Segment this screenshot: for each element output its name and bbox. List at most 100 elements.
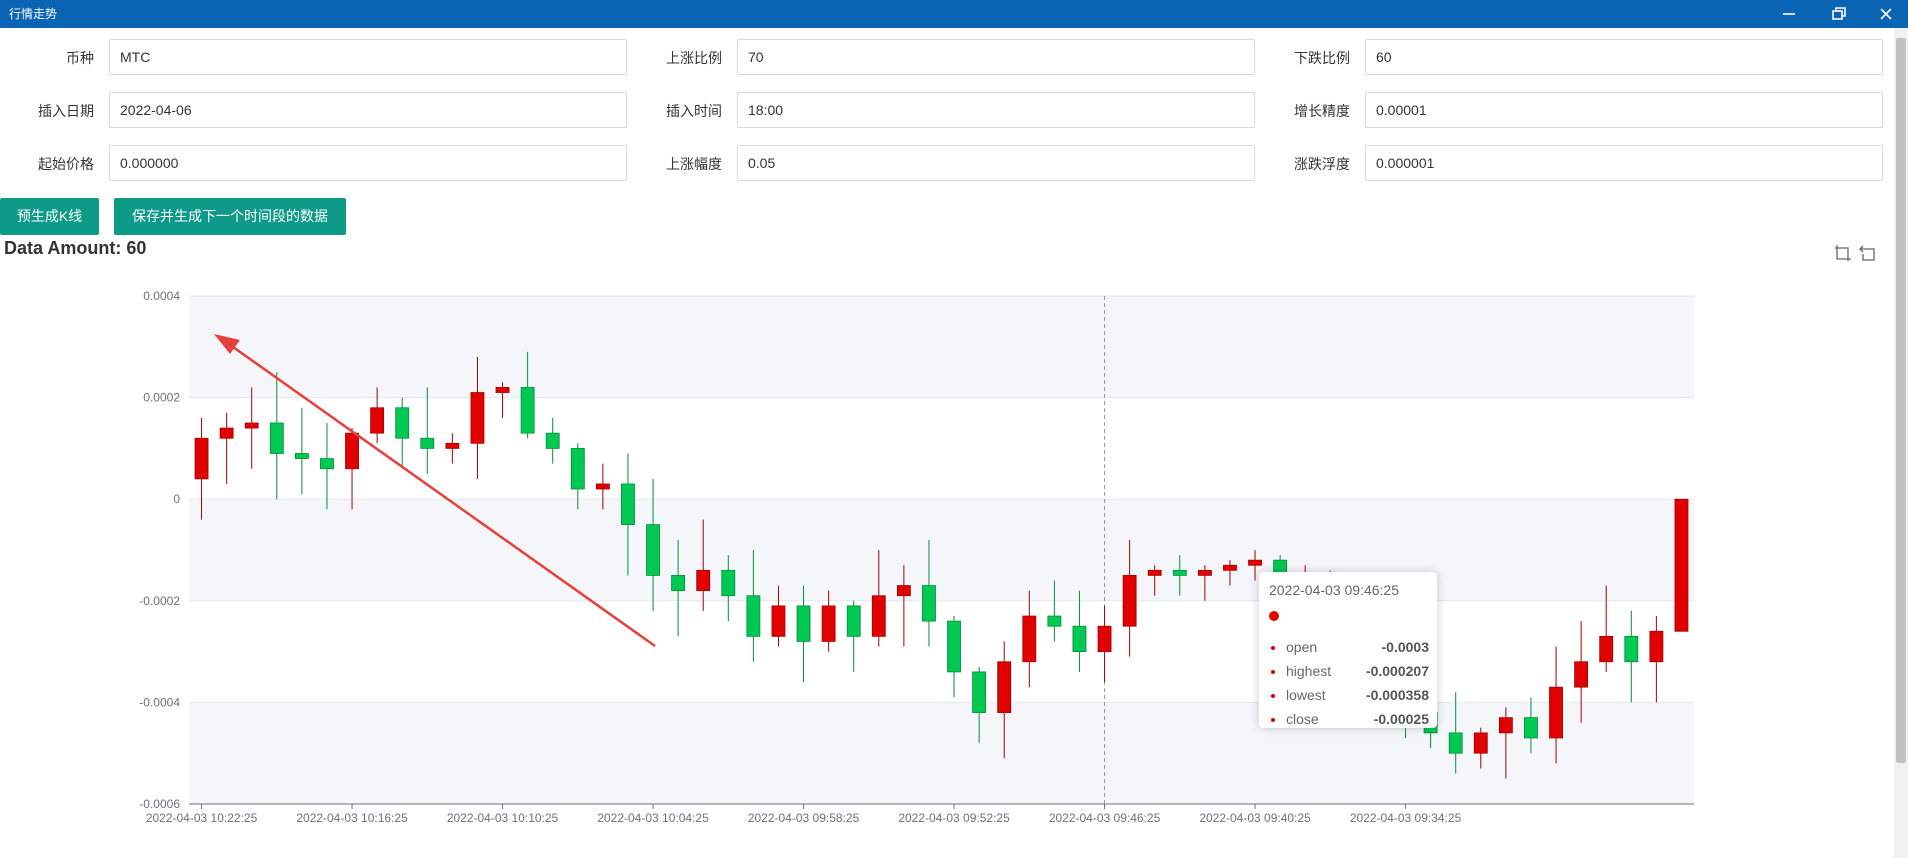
x-tick-label: 2022-04-03 09:58:25 [748,811,860,825]
y-tick-label: 0.0002 [143,391,180,405]
tooltip-row-value: -0.0003 [1381,639,1429,655]
rise-amplitude-label: 上涨幅度 [666,156,722,172]
tooltip-row-name: close [1286,711,1319,727]
x-tick-label: 2022-04-03 09:34:25 [1350,811,1462,825]
scrollbar-thumb[interactable] [1896,38,1906,763]
data-amount-title: Data Amount: 60 [4,238,147,258]
candle-body [796,605,811,642]
tooltip-row-close: close -0.00025 [1269,711,1429,729]
candle-body [420,437,435,449]
tooltip-series-dot [1269,611,1279,621]
candle-body [1473,732,1488,754]
candle-body [1072,625,1087,653]
start-price-input[interactable]: 0.000000 [109,145,627,181]
candle-body [972,671,987,713]
candle-body [1248,559,1262,566]
rise-amplitude-input[interactable]: 0.05 [737,145,1255,181]
candle-body [846,605,861,637]
insert-date-input[interactable]: 2022-04-06 [109,92,627,128]
tooltip-row-value: -0.000207 [1365,663,1429,679]
candle-body [520,387,535,434]
candle-body [1649,630,1664,663]
save-and-generate-next-button[interactable]: 保存并生成下一个时间段的数据 [114,198,346,235]
tooltip-row-name: lowest [1286,687,1326,703]
candle-body [345,432,359,470]
chart-band [189,296,1694,398]
candle-body [445,442,460,449]
candle-body [771,605,786,637]
candle-body [1022,615,1037,663]
y-tick-label: 0.0004 [143,289,180,303]
candle-body [495,387,510,393]
tooltip-row-open: open -0.0003 [1269,639,1429,657]
rise-ratio-input[interactable]: 70 [737,39,1255,75]
candle-body [269,422,284,454]
y-tick-label: -0.0004 [139,695,180,709]
candlestick-chart[interactable]: 0.0004 0.0002 0 -0.0002 -0.0004 -0.0006 2022-… [0,270,1908,830]
growth-precision-label: 增长精度 [1294,103,1350,119]
candle-body [746,595,761,637]
start-price-label: 起始价格 [38,156,94,172]
candle-body [395,407,410,439]
fluctuation-label: 涨跌浮度 [1294,156,1350,172]
candle-body [320,458,334,470]
candle-body [194,437,209,480]
close-icon[interactable] [1869,0,1903,28]
bullet-icon [1271,646,1275,650]
zoom-reset-icon[interactable] [1859,244,1877,262]
insert-time-label: 插入时间 [666,103,722,119]
candle-body [570,447,585,490]
chart-band [189,702,1694,804]
coin-label: 币种 [66,50,94,66]
candle-body [671,574,686,592]
restore-icon[interactable] [1822,0,1856,28]
candle-body [621,483,635,526]
candle-body [1147,569,1162,576]
tooltip-row-value: -0.000358 [1365,687,1429,703]
candle-body [821,605,836,642]
candle-tooltip: 2022-04-03 09:46:25 open -0.0003 highest… [1259,572,1437,728]
data-zoom-icon[interactable] [1834,244,1852,262]
x-tick-label: 2022-04-03 10:10:25 [447,811,559,825]
tooltip-row-value: -0.00025 [1373,711,1429,727]
candle-body [947,620,961,673]
pregenerate-kline-button[interactable]: 预生成K线 [0,198,99,235]
chart-band [189,499,1694,601]
candle-body [997,661,1012,713]
y-tick-label: 0 [173,492,180,506]
rise-ratio-label: 上涨比例 [666,50,722,66]
candle-body [595,483,610,490]
candle-body [1574,661,1589,688]
x-tick-label: 2022-04-03 10:16:25 [296,811,408,825]
candle-body [1197,569,1212,576]
candle-body [871,595,886,637]
growth-precision-input[interactable]: 0.00001 [1365,92,1883,128]
insert-time-input[interactable]: 18:00 [737,92,1255,128]
candle-body [1624,635,1639,663]
candle-body [1448,732,1463,754]
bullet-icon [1271,718,1275,722]
x-tick-label: 2022-04-03 10:22:25 [146,811,258,825]
window-title: 行情走势 [9,7,58,21]
tooltip-row-highest: highest -0.000207 [1269,663,1429,681]
vertical-scrollbar[interactable] [1894,28,1908,858]
coin-input[interactable]: MTC [109,39,627,75]
chart-band [189,397,1694,500]
fluctuation-input[interactable]: 0.000001 [1365,145,1883,181]
candle-body [1122,574,1137,627]
candle-body [545,432,560,449]
candle-body [1524,717,1538,739]
candle-body [646,524,660,576]
candle-body [1674,498,1689,632]
candle-body [370,407,385,434]
fall-ratio-input[interactable]: 60 [1365,39,1883,75]
candle[interactable] [1674,498,1689,632]
minimize-icon[interactable] [1772,0,1806,28]
candle-body [896,585,911,597]
candle-body [1498,717,1513,734]
x-tick-label: 2022-04-03 09:40:25 [1199,811,1311,825]
fall-ratio-label: 下跌比例 [1294,50,1350,66]
candle-body [470,392,485,444]
candle-body [1223,564,1237,571]
candle-body [721,569,736,597]
